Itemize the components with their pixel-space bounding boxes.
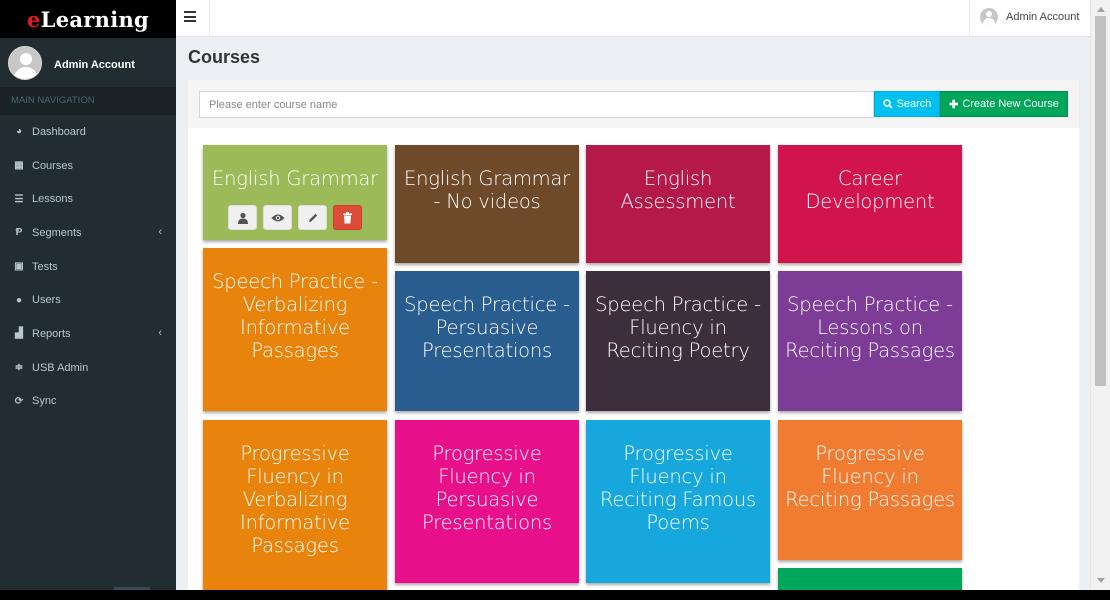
chevron-left-icon[interactable]: ‹	[158, 327, 162, 339]
app-logo: eLearning	[26, 6, 150, 32]
sidebar-item-sync[interactable]: ⟳ Sync	[0, 385, 176, 419]
sidebar-item-label: USB Admin	[32, 361, 89, 374]
preview-button[interactable]	[263, 205, 292, 230]
assign-user-button[interactable]	[228, 205, 257, 230]
sidebar: eLearning Admin Account MAIN NAVIGATION …	[0, 0, 176, 590]
sidebar-item-tests[interactable]: ▣ Tests	[0, 250, 176, 284]
course-title: English Grammar - No videos	[404, 167, 570, 213]
page-title: Courses	[188, 47, 261, 67]
sidebar-item-courses[interactable]: ▦ Courses	[0, 149, 176, 183]
header-user-name: Admin Account	[1006, 11, 1080, 23]
course-search-input[interactable]	[199, 91, 874, 118]
refresh-icon: ⟳	[14, 395, 24, 407]
create-course-label: Create New Course	[962, 98, 1059, 110]
header-divider	[969, 0, 970, 37]
course-tile[interactable]	[778, 568, 962, 590]
course-tile[interactable]: Speech Practice - Fluency in Reciting Po…	[586, 271, 770, 411]
sidebar-item-label: Dashboard	[32, 125, 86, 138]
course-tile[interactable]: Progressive Fluency in Reciting Passages	[778, 420, 962, 560]
sidebar-item-dashboard[interactable]: ◕ Dashboard	[0, 115, 176, 149]
scroll-up-arrow-icon[interactable]	[1097, 7, 1105, 12]
search-icon	[882, 99, 893, 109]
sidebar-item-label: Segments	[32, 226, 82, 239]
sidebar-item-label: Tests	[32, 260, 58, 273]
course-tile[interactable]: English Grammar	[203, 145, 387, 240]
user-icon: ●	[15, 294, 23, 306]
sidebar-item-label: Users	[32, 294, 61, 307]
nav-header: MAIN NAVIGATION	[0, 87, 176, 115]
delete-button[interactable]	[333, 205, 362, 230]
app-window: eLearning Admin Account MAIN NAVIGATION …	[0, 0, 1110, 590]
course-title: Speech Practice - Lessons on Reciting Pa…	[785, 293, 955, 362]
search-button-label: Search	[896, 98, 932, 110]
course-tile[interactable]: Speech Practice - Persuasive Presentatio…	[395, 271, 579, 411]
dashboard-icon: ◕	[15, 126, 23, 138]
course-tile[interactable]: Progressive Fluency in Verbalizing Infor…	[203, 420, 387, 590]
sidebar-item-lessons[interactable]: ☰ Lessons	[0, 182, 176, 216]
pencil-icon	[307, 212, 319, 224]
course-title: Speech Practice - Fluency in Reciting Po…	[595, 293, 761, 362]
course-tile[interactable]: Career Development	[778, 145, 962, 263]
course-title: Career Development	[805, 167, 935, 213]
course-actions	[203, 205, 387, 230]
course-title: Progressive Fluency in Reciting Passages	[785, 442, 955, 511]
eye-icon	[271, 213, 285, 223]
scrollbar-thumb[interactable]	[1095, 16, 1106, 386]
header-divider	[209, 0, 210, 37]
grid-icon: ▦	[14, 160, 24, 172]
tests-icon: ▣	[14, 261, 24, 273]
course-tile[interactable]: Progressive Fluency in Persuasive Presen…	[395, 420, 579, 583]
plus-icon: ✚	[949, 98, 959, 111]
course-tile[interactable]: English Grammar - No videos	[395, 145, 579, 263]
course-title: Progressive Fluency in Verbalizing Infor…	[240, 442, 350, 557]
create-course-button[interactable]: ✚ Create New Course	[940, 91, 1068, 117]
list-icon: ☰	[14, 193, 24, 205]
course-title: Speech Practice - Persuasive Presentatio…	[404, 293, 570, 362]
sidebar-item-label: Sync	[32, 395, 57, 408]
course-title: Speech Practice - Verbalizing Informativ…	[212, 270, 378, 362]
search-bar: Search ✚ Create New Course	[188, 80, 1079, 128]
sidebar-item-label: Reports	[32, 327, 71, 340]
nav-list: ◕ Dashboard ▦ Courses ☰ Lessons Ᵽ Segments ‹ ▣ Tes…	[0, 115, 176, 418]
hamburger-menu-icon[interactable]	[184, 11, 196, 23]
course-title: Progressive Fluency in Persuasive Presen…	[421, 442, 553, 534]
segments-icon: Ᵽ	[15, 227, 23, 239]
sidebar-item-reports[interactable]: ▟ Reports ‹	[0, 317, 176, 351]
bar-chart-icon: ▟	[15, 328, 23, 340]
header-avatar	[980, 8, 998, 26]
scroll-down-arrow-icon[interactable]	[1097, 578, 1105, 583]
header-user-menu[interactable]: Admin Account	[980, 8, 1079, 26]
sidebar-item-users[interactable]: ● Users	[0, 283, 176, 317]
sidebar-user-name: Admin Account	[54, 58, 135, 71]
user-avatar	[8, 45, 42, 80]
topbar: Admin Account	[176, 0, 1090, 37]
sidebar-item-label: Lessons	[32, 193, 73, 206]
course-title: English Grammar	[212, 167, 378, 190]
sidebar-item-usb-admin[interactable]: ≑ USB Admin	[0, 351, 176, 385]
course-title: English Assessment	[620, 167, 736, 213]
course-tile[interactable]: Progressive Fluency in Reciting Famous P…	[586, 420, 770, 583]
page-scrollbar[interactable]	[1090, 0, 1110, 590]
sidebar-bottom-tab	[114, 587, 150, 590]
trash-icon	[342, 211, 353, 224]
user-icon	[237, 212, 249, 224]
logo-bar[interactable]: eLearning	[0, 0, 176, 38]
edit-button[interactable]	[298, 205, 327, 230]
course-tile[interactable]: Speech Practice - Verbalizing Informativ…	[203, 248, 387, 411]
course-tile[interactable]: English Assessment	[586, 145, 770, 263]
user-panel: Admin Account	[0, 38, 176, 87]
sidebar-item-label: Courses	[32, 159, 73, 172]
sidebar-item-segments[interactable]: Ᵽ Segments ‹	[0, 216, 176, 250]
course-tile[interactable]: Speech Practice - Lessons on Reciting Pa…	[778, 271, 962, 411]
chevron-left-icon[interactable]: ‹	[158, 226, 162, 238]
sliders-icon: ≑	[14, 362, 24, 374]
course-title: Progressive Fluency in Reciting Famous P…	[600, 442, 756, 534]
search-button[interactable]: Search	[874, 91, 940, 117]
